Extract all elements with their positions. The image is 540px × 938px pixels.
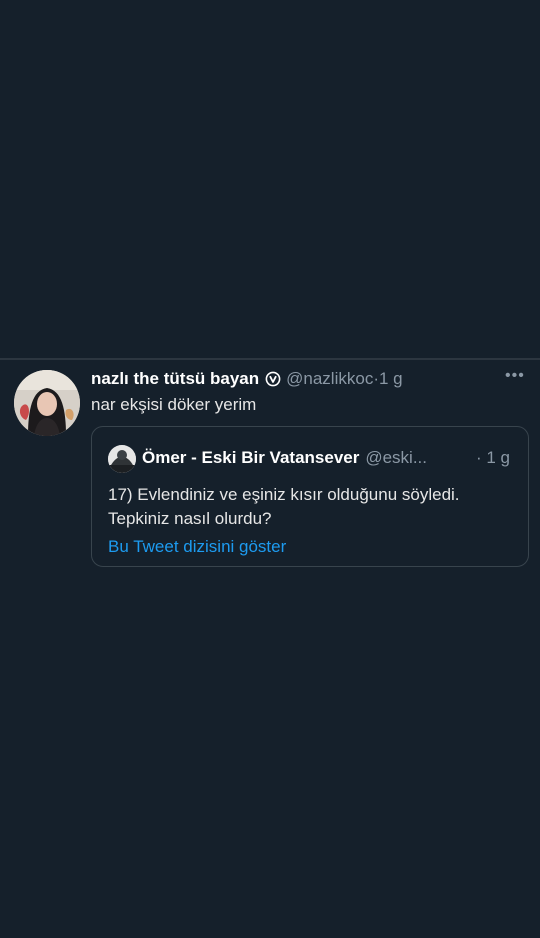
author-display-name[interactable]: nazlı the tütsü bayan [91,369,259,388]
quoted-tweet-header: Ömer - Eski Bir Vatansever @eski... · 1 g [142,446,510,470]
more-options-icon[interactable]: ••• [505,368,531,388]
quoted-author-name: Ömer - Eski Bir Vatansever [142,448,360,467]
tweet[interactable]: nazlı the tütsü bayan @nazlikkoc·1 g ••• … [0,360,540,580]
verified-icon [265,371,281,387]
show-thread-link[interactable]: Bu Tweet dizisini göster [108,536,286,558]
tweet-timestamp[interactable]: 1 g [379,369,403,388]
quoted-tweet-timestamp: · 1 g [475,448,510,467]
quoted-author-handle: @eski... [365,448,428,467]
user-avatar[interactable] [14,370,80,436]
tweet-header: nazlı the tütsü bayan @nazlikkoc·1 g [91,368,470,390]
quoted-user-avatar [108,445,136,473]
tweet-text: nar ekşisi döker yerim [91,395,257,414]
quoted-tweet[interactable]: Ömer - Eski Bir Vatansever @eski... · 1 g… [91,426,529,567]
timeline-page: nazlı the tütsü bayan @nazlikkoc·1 g ••• … [0,0,540,938]
author-handle[interactable]: @nazlikkoc [286,369,373,388]
quoted-tweet-text: 17) Evlendiniz ve eşiniz kısır olduğunu … [108,485,460,528]
